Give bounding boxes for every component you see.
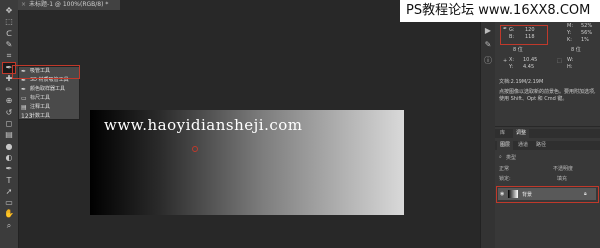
flyout-item[interactable]: ✒ 颜色取样器工具 (19, 85, 79, 94)
info-bit-left: 8 位 (513, 47, 523, 53)
flyout-item-label: 颜色取样器工具 (30, 86, 66, 92)
info-h-label: H: (567, 64, 573, 70)
flyout-item-icon: ▭ (21, 95, 27, 102)
info-doc-size: 文档:2.19M/2.19M (499, 79, 544, 85)
tool-preset-icon[interactable]: ✎ (483, 40, 493, 49)
play-icon[interactable]: ▶ (483, 26, 493, 35)
info-hint-line2: 使用 Shift、Opt 和 Cmd 键。 (499, 96, 568, 102)
info-w-label: W: (567, 57, 574, 63)
info-y-value: 56% (581, 30, 593, 36)
flyout-item-icon: 123 (21, 113, 33, 120)
watermark-banner: PS教程论坛 www.16XX8.COM (400, 0, 600, 22)
info-values-highlight (500, 25, 548, 45)
shape-icon[interactable]: ▭ (3, 198, 15, 208)
type-icon[interactable]: T (3, 176, 15, 186)
info-y-label: Y: (509, 64, 514, 70)
selection-icon: ⬚ (557, 58, 562, 64)
eyedropper-sample-marker (192, 146, 198, 152)
opacity-label: 不透明度 (553, 166, 574, 172)
flyout-item[interactable]: 123 计数工具 (19, 112, 79, 121)
quick-select-icon[interactable]: ✎ (3, 40, 15, 50)
flyout-item[interactable]: ▤ 注释工具 (19, 103, 79, 112)
info-k-value: 1% (581, 37, 589, 43)
tab-channels[interactable]: 通道 (515, 141, 531, 150)
flyout-item-label: 注释工具 (30, 104, 51, 110)
flyout-highlight-box (12, 65, 80, 79)
lasso-icon[interactable]: ᑕ (3, 29, 15, 39)
library-tabbar: 库 调整 (495, 129, 600, 138)
tab-layers[interactable]: 图层 (497, 141, 514, 150)
dodge-icon[interactable]: ◐ (3, 153, 15, 163)
info-y-value: 4.45 (523, 64, 535, 70)
tab-adjustments[interactable]: 调整 (513, 129, 530, 138)
layers-tabbar: 图层 通道 路径 (495, 141, 600, 150)
flyout-item-icon: ✒ (21, 86, 27, 93)
blur-icon[interactable]: ● (3, 142, 15, 152)
crosshair-icon: + (503, 58, 508, 64)
hand-icon[interactable]: ✋ (3, 209, 15, 219)
zoom-icon[interactable]: ⌕ (3, 221, 15, 231)
tab-paths[interactable]: 路径 (533, 141, 549, 150)
filter-icon[interactable]: ⌕ (499, 154, 502, 160)
info-hint-line1: 点按图像以选取新的前景色。要用附加选项, (499, 89, 596, 95)
info-x-label: X: (509, 57, 515, 63)
history-brush-icon[interactable]: ↺ (3, 108, 15, 118)
info-m-value: 52% (581, 23, 593, 29)
info-m-label: M: (567, 23, 573, 29)
eraser-icon[interactable]: ◻ (3, 119, 15, 129)
clone-stamp-icon[interactable]: ⊕ (3, 96, 15, 106)
watermark-url: www.haoyidiansheji.com (104, 116, 303, 134)
info-k-label: K: (567, 37, 572, 43)
info-panel-icon[interactable]: ⓘ (483, 56, 493, 65)
flyout-item-icon: ▤ (21, 104, 27, 111)
pen-icon[interactable]: ✒ (3, 164, 15, 174)
info-x-value: 10.45 (523, 57, 538, 63)
flyout-item[interactable]: ▭ 标尺工具 (19, 94, 79, 103)
info-bit-right: 8 位 (571, 47, 581, 53)
blend-mode-select[interactable]: 正常 (499, 165, 509, 172)
flyout-item-label: 标尺工具 (30, 95, 51, 101)
panel-dock-strip: ▶ ✎ ⓘ (480, 22, 495, 248)
move-icon[interactable]: ✥ (3, 6, 15, 16)
info-y-label: Y: (567, 30, 572, 36)
close-tab-icon[interactable]: × (21, 1, 26, 8)
flyout-item-label: 计数工具 (30, 113, 51, 119)
layer-row-highlight (496, 186, 599, 203)
layer-kind-filter[interactable]: 类型 (506, 154, 516, 161)
tab-library[interactable]: 库 (497, 129, 508, 138)
document-tab[interactable]: × 未标题-1 @ 100%(RGB/8) * (18, 0, 120, 10)
crop-icon[interactable]: ⌗ (3, 51, 15, 61)
lock-label: 锁定: (499, 176, 511, 182)
path-select-icon[interactable]: ➚ (3, 187, 15, 197)
tool-palette: ✥ ⬚ ᑕ ✎ ⌗ ✒ ✚ ✏ ⊕ ↺ ◻ ▤ ● ◐ ✒ T ➚ ▭ ✋ ⌕ (0, 0, 19, 248)
document-tab-title: 未标题-1 @ 100%(RGB/8) * (29, 1, 109, 8)
brush-icon[interactable]: ✏ (3, 85, 15, 95)
gradient-icon[interactable]: ▤ (3, 130, 15, 140)
fill-label: 填充 (557, 176, 568, 182)
marquee-icon[interactable]: ⬚ (3, 17, 15, 27)
